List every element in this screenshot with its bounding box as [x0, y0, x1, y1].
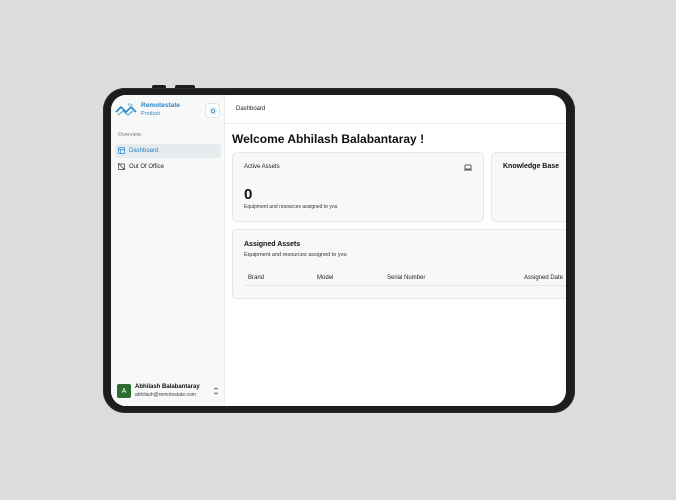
- sidebar: Rx Remotestate Product Overview Dashboar…: [111, 95, 225, 406]
- page-title: Welcome Abhilash Balabantaray !: [232, 132, 425, 146]
- column-header-assigned-date[interactable]: Assigned Date: [524, 275, 563, 281]
- assigned-assets-card: Assigned Assets Equipment and resources …: [232, 229, 566, 299]
- user-name: Abhilash Balabantaray: [135, 384, 200, 390]
- laptop-icon: [464, 164, 472, 171]
- card-description: Equipment and resources assigned to you: [244, 204, 338, 210]
- sidebar-item-dashboard[interactable]: Dashboard: [115, 144, 221, 158]
- card-title: Assigned Assets: [244, 241, 301, 248]
- tablet-frame: Rx Remotestate Product Overview Dashboar…: [103, 88, 575, 413]
- avatar: A: [117, 384, 131, 398]
- assets-table-header: Brand Model Serial Number Assigned Date: [244, 270, 566, 286]
- svg-text:Rx: Rx: [128, 102, 133, 107]
- theme-toggle-button[interactable]: [205, 103, 220, 118]
- user-menu[interactable]: A Abhilash Balabantaray abhilash@remotes…: [117, 382, 221, 400]
- brand[interactable]: Rx Remotestate Product: [115, 101, 180, 119]
- breadcrumb[interactable]: Dashboard: [236, 106, 265, 112]
- user-email: abhilash@remotestate.com: [135, 392, 196, 398]
- brand-name: Remotestate: [141, 102, 181, 109]
- calendar-off-icon: [118, 163, 126, 171]
- card-label: Active Assets: [244, 164, 280, 170]
- active-assets-card[interactable]: Active Assets 0 Equipment and resources …: [232, 152, 484, 222]
- dashboard-icon: [118, 147, 126, 155]
- sidebar-item-label: Dashboard: [129, 148, 159, 154]
- active-assets-count: 0: [244, 186, 253, 203]
- column-header-model[interactable]: Model: [317, 275, 333, 281]
- sun-icon: [208, 106, 217, 115]
- chevron-up-down-icon: [214, 387, 218, 395]
- nav-section-label: Overview: [118, 132, 141, 138]
- column-header-brand[interactable]: Brand: [248, 275, 264, 281]
- main-content: Dashboard Welcome Abhilash Balabantaray …: [225, 95, 566, 406]
- app-screen: Rx Remotestate Product Overview Dashboar…: [111, 95, 566, 406]
- sidebar-item-label: Out Of Office: [129, 164, 164, 170]
- column-header-serial-number[interactable]: Serial Number: [387, 275, 425, 281]
- topbar: Dashboard: [225, 95, 566, 124]
- card-title: Knowledge Base: [503, 163, 560, 170]
- card-description: Equipment and resources assigned to you: [244, 252, 347, 258]
- brand-subtitle: Product: [141, 111, 160, 117]
- brand-logo-icon: Rx: [115, 102, 137, 116]
- knowledge-base-card[interactable]: Knowledge Base: [491, 152, 566, 222]
- sidebar-item-out-of-office[interactable]: Out Of Office: [115, 160, 221, 174]
